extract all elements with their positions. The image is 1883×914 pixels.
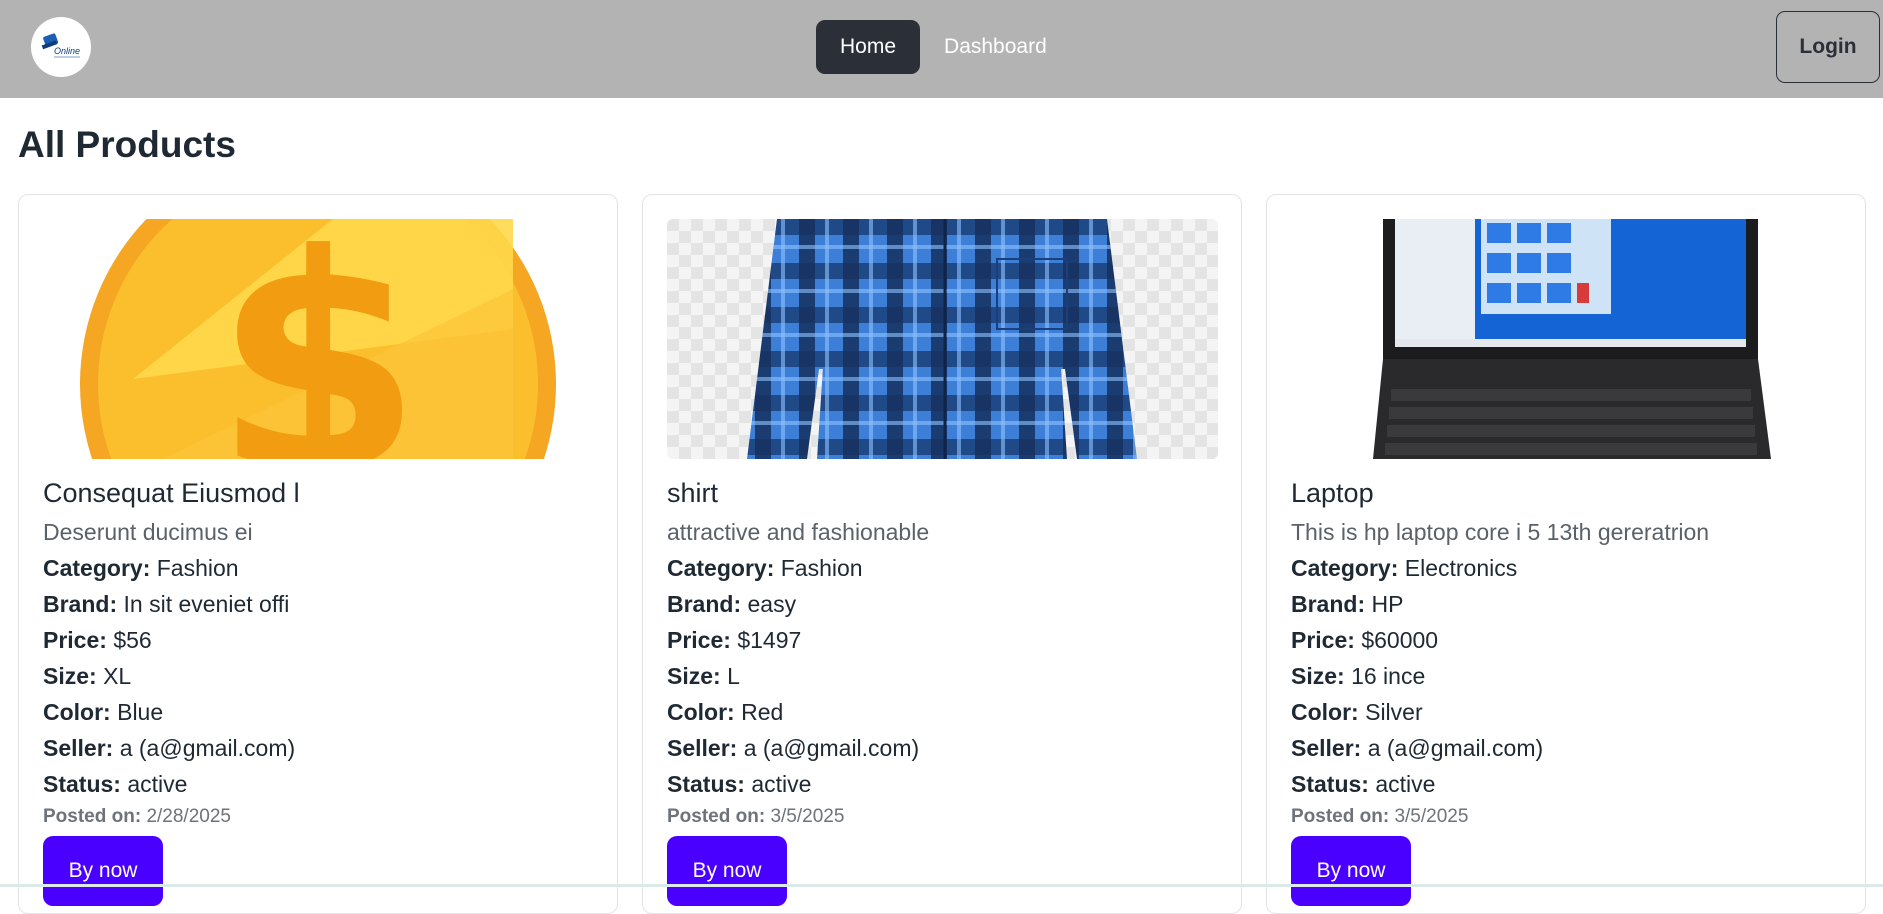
- product-image[interactable]: [1291, 219, 1842, 459]
- gold-coin-image: $: [43, 219, 594, 459]
- product-size: Size: 16 ince: [1291, 663, 1426, 689]
- logo-icon: Online: [41, 33, 80, 58]
- svg-text:Online: Online: [54, 46, 80, 56]
- buy-now-button[interactable]: By now: [43, 836, 163, 906]
- product-posted-on: Posted on: 2/28/2025: [43, 806, 231, 827]
- plaid-shirt-image: [667, 219, 1218, 459]
- login-button[interactable]: Login: [1776, 11, 1880, 83]
- product-details: Consequat Eiusmod l Deserunt ducimus ei …: [43, 475, 595, 906]
- buy-now-button[interactable]: By now: [667, 836, 787, 906]
- product-brand: Brand: In sit eveniet offi: [43, 591, 290, 617]
- product-title[interactable]: Laptop: [1291, 475, 1843, 511]
- buy-now-button[interactable]: By now: [1291, 836, 1411, 906]
- product-size: Size: XL: [43, 663, 132, 689]
- site-logo[interactable]: Online: [31, 17, 91, 77]
- product-description: attractive and fashionable: [667, 519, 930, 545]
- product-description: This is hp laptop core i 5 13th gereratr…: [1291, 519, 1710, 545]
- product-details: shirt attractive and fashionable Categor…: [667, 475, 1219, 906]
- product-image[interactable]: $: [43, 219, 594, 459]
- product-details: Laptop This is hp laptop core i 5 13th g…: [1291, 475, 1843, 906]
- product-color: Color: Red: [667, 699, 784, 725]
- product-card: Laptop This is hp laptop core i 5 13th g…: [1266, 194, 1866, 914]
- navbar: Online Home Dashboard Login: [0, 0, 1883, 98]
- product-title[interactable]: shirt: [667, 475, 1219, 511]
- svg-text:$: $: [214, 219, 423, 459]
- nav-link-home[interactable]: Home: [816, 20, 921, 74]
- laptop-image: [1291, 219, 1842, 459]
- product-color: Color: Blue: [43, 699, 164, 725]
- nav-links: Home Dashboard: [816, 20, 1071, 74]
- product-seller: Seller: a (a@gmail.com): [1291, 735, 1544, 761]
- product-category: Category: Electronics: [1291, 555, 1518, 581]
- page-title: All Products: [18, 124, 236, 165]
- product-status: Status: active: [667, 771, 812, 797]
- product-price: Price: $1497: [667, 627, 802, 653]
- product-description: Deserunt ducimus ei: [43, 519, 253, 545]
- product-status: Status: active: [1291, 771, 1436, 797]
- nav-link-dashboard[interactable]: Dashboard: [920, 20, 1071, 74]
- product-price: Price: $56: [43, 627, 152, 653]
- product-color: Color: Silver: [1291, 699, 1423, 725]
- product-posted-on: Posted on: 3/5/2025: [667, 806, 845, 827]
- product-posted-on: Posted on: 3/5/2025: [1291, 806, 1469, 827]
- product-card: shirt attractive and fashionable Categor…: [642, 194, 1242, 914]
- product-category: Category: Fashion: [43, 555, 239, 581]
- product-seller: Seller: a (a@gmail.com): [43, 735, 296, 761]
- product-price: Price: $60000: [1291, 627, 1439, 653]
- product-brand: Brand: HP: [1291, 591, 1404, 617]
- product-size: Size: L: [667, 663, 740, 689]
- product-brand: Brand: easy: [667, 591, 797, 617]
- product-category: Category: Fashion: [667, 555, 863, 581]
- product-image[interactable]: [667, 219, 1218, 459]
- product-title[interactable]: Consequat Eiusmod l: [43, 475, 595, 511]
- product-status: Status: active: [43, 771, 188, 797]
- product-card: $ Consequat Eiusmod l Deserunt ducimus e…: [18, 194, 618, 914]
- product-seller: Seller: a (a@gmail.com): [667, 735, 920, 761]
